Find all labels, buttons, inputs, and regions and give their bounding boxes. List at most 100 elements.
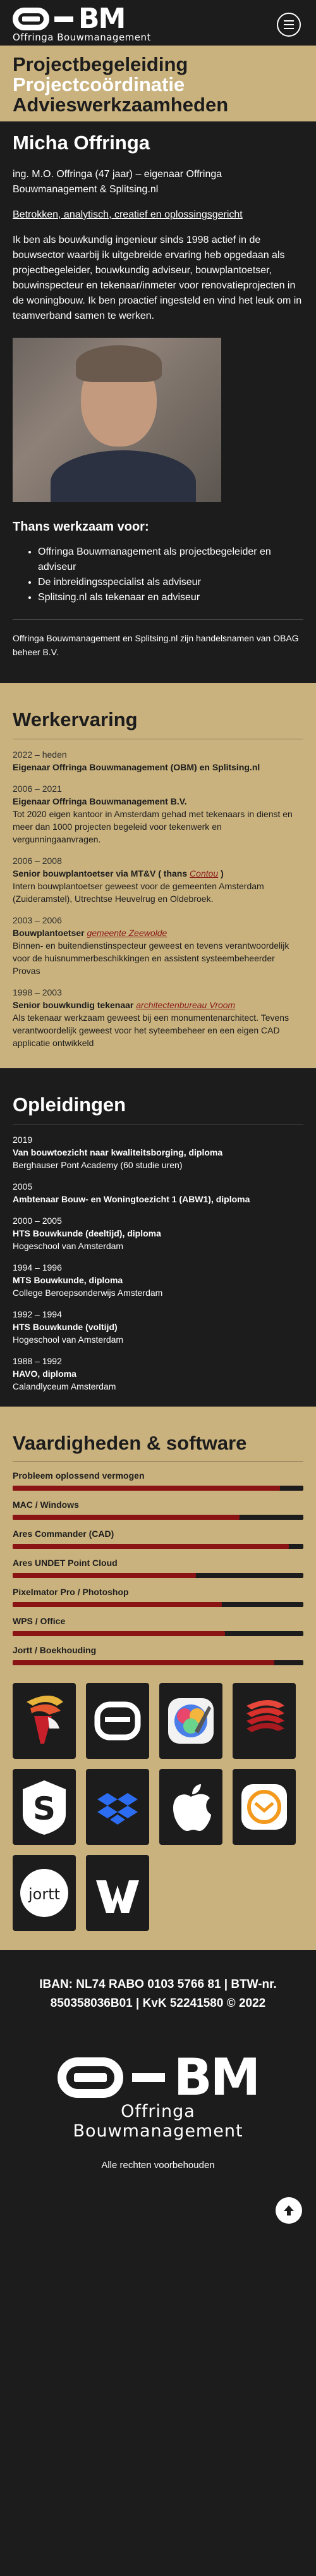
skill-bar-fill — [13, 1631, 225, 1636]
job-period: 2006 – 2021 — [13, 784, 62, 794]
skill-item: MAC / Windows — [13, 1498, 303, 1520]
person-name: Micha Offringa — [13, 132, 150, 154]
footer-content: IBAN: NL74 RABO 0103 5766 81 | BTW-nr. 8… — [0, 1950, 316, 2183]
skill-bar-fill — [13, 1602, 222, 1607]
skill-label: Jortt / Boekhouding — [13, 1645, 97, 1655]
scroll-to-top-button[interactable] — [276, 2197, 302, 2224]
hamburger-icon — [284, 28, 294, 29]
course-year: 2000 – 2005 — [13, 1216, 62, 1226]
skill-label: Ares UNDET Point Cloud — [13, 1558, 118, 1568]
copyright-notice: Alle rechten voorbehouden — [101, 2160, 215, 2171]
skills-heading: Vaardigheden & software — [13, 1432, 303, 1462]
job-role-text: Senior bouwkundig tekenaar — [13, 1000, 137, 1010]
job-entry: 2003 – 2006 Bouwplantoetser gemeente Zee… — [13, 914, 303, 977]
hero-line-2: Projectcoördinatie — [13, 73, 185, 96]
hero-line-1: Projectbegeleiding — [13, 53, 188, 75]
offringa-logo-icon — [86, 1683, 149, 1759]
site-header: BM Offringa Bouwmanagement — [0, 0, 316, 46]
current-work-heading: Thans werkzaam voor: — [13, 520, 149, 534]
job-period: 2003 – 2006 — [13, 915, 62, 925]
skill-label: WPS / Office — [13, 1616, 66, 1626]
dropbox-icon — [86, 1769, 149, 1845]
photo-hair — [76, 345, 162, 382]
person-traits: Betrokken, analytisch, creatief en oplos… — [13, 209, 243, 220]
course-name: Ambtenaar Bouw- en Woningtoezicht 1 (ABW… — [13, 1194, 250, 1204]
logo-mark: BM — [13, 3, 177, 35]
skill-item: Probleem oplossend vermogen — [13, 1469, 303, 1491]
work-experience-section: Werkervaring 2022 – heden Eigenaar Offri… — [0, 683, 316, 1068]
pixelmator-pro-icon — [159, 1683, 222, 1759]
job-description: Als tekenaar werkzaam geweest bij een mo… — [13, 1013, 289, 1048]
course-name: HAVO, diploma — [13, 1369, 76, 1379]
work-heading: Werkervaring — [13, 708, 303, 739]
footer-logo[interactable]: BM Offringa Bouwmanagement — [38, 2048, 278, 2141]
skill-label: Ares Commander (CAD) — [13, 1529, 114, 1539]
footer-logo-mark: BM — [38, 2048, 278, 2107]
trade-names-note: Offringa Bouwmanagement en Splitsing.nl … — [13, 633, 299, 657]
job-role: Senior bouwplantoetser via MT&V ( thans … — [13, 867, 303, 880]
skill-item: WPS / Office — [13, 1615, 303, 1636]
skill-bar-fill — [13, 1573, 196, 1578]
course-entry: 2005 Ambtenaar Bouw- en Woningtoezicht 1… — [13, 1180, 303, 1205]
skill-bar-fill — [13, 1486, 281, 1491]
job-role-end: ) — [218, 868, 224, 878]
site-footer: IBAN: NL74 RABO 0103 5766 81 | BTW-nr. 8… — [0, 1950, 316, 2236]
menu-button[interactable] — [277, 13, 301, 37]
app-icon-grid: S jortt — [13, 1683, 303, 1931]
job-entry: 2022 – heden Eigenaar Offringa Bouwmanag… — [13, 748, 303, 773]
job-entry: 2006 – 2008 Senior bouwplantoetser via M… — [13, 854, 303, 905]
job-role: Eigenaar Offringa Bouwmanagement B.V. — [13, 796, 187, 806]
logo-dash — [54, 16, 73, 22]
photo-shirt — [51, 450, 196, 502]
software-icons: S jortt — [0, 1675, 316, 1950]
job-role: Eigenaar Offringa Bouwmanagement (OBM) e… — [13, 762, 260, 772]
bank-line-2: 850358036B01 | KvK 52241580 © 2022 — [50, 1997, 266, 2010]
current-work-item: Splitsing.nl als tekenaar en adviseur — [38, 590, 303, 605]
course-year: 1992 – 1994 — [13, 1309, 62, 1319]
jortt-icon: jortt — [13, 1855, 76, 1931]
skill-bar-fill — [13, 1544, 289, 1549]
skill-bar-track — [13, 1573, 303, 1578]
footer-logo-text: BM — [173, 2048, 261, 2107]
course-name: HTS Bouwkunde (deeltijd), diploma — [13, 1228, 161, 1238]
current-work-item: Offringa Bouwmanagement als projectbegel… — [38, 545, 303, 575]
job-entry: 1998 – 2003 Senior bouwkundig tekenaar a… — [13, 986, 303, 1049]
course-school: Hogeschool van Amsterdam — [13, 1241, 124, 1251]
skill-label: Pixelmator Pro / Photoshop — [13, 1587, 129, 1597]
skills-section: Vaardigheden & software Probleem oplosse… — [0, 1407, 316, 1675]
job-role: Senior bouwkundig tekenaar architectenbu… — [13, 999, 303, 1011]
job-period: 2022 – heden — [13, 749, 67, 760]
skill-bar-track — [13, 1660, 303, 1665]
hamburger-icon — [284, 24, 294, 25]
ares-commander-icon — [13, 1683, 76, 1759]
profile-photo — [13, 338, 221, 502]
skill-bar-track — [13, 1602, 303, 1607]
education-section: Opleidingen 2019 Van bouwtoezicht naar k… — [0, 1068, 316, 1407]
person-tagline: ing. M.O. Offringa (47 jaar) – eigenaar … — [13, 169, 222, 195]
job-role-text: Senior bouwplantoetser via MT&V ( thans — [13, 868, 190, 878]
skill-bar-fill — [13, 1660, 274, 1665]
course-entry: 1988 – 1992 HAVO, diploma Calandlyceum A… — [13, 1355, 303, 1393]
apple-icon — [159, 1769, 222, 1845]
course-name: Van bouwtoezicht naar kwaliteitsborging,… — [13, 1147, 223, 1157]
job-period: 2006 – 2008 — [13, 856, 62, 866]
skill-item: Jortt / Boekhouding — [13, 1644, 303, 1665]
course-school: Berghauser Pont Academy (60 studie uren) — [13, 1160, 183, 1170]
site-logo[interactable]: BM Offringa Bouwmanagement — [13, 3, 177, 43]
skill-bar-track — [13, 1515, 303, 1520]
job-period: 1998 – 2003 — [13, 987, 62, 997]
skill-item: Pixelmator Pro / Photoshop — [13, 1586, 303, 1607]
employer-link[interactable]: architectenbureau Vroom — [136, 1000, 235, 1010]
divider — [13, 619, 303, 620]
job-role-text: Bouwplantoetser — [13, 928, 87, 938]
person-bio: Ik ben als bouwkundig ingenieur sinds 19… — [13, 235, 302, 321]
employer-link[interactable]: Contou — [190, 868, 218, 878]
hero-banner: Projectbegeleiding Projectcoördinatie Ad… — [0, 46, 316, 121]
employer-link[interactable]: gemeente Zeewolde — [87, 928, 167, 938]
hamburger-icon — [284, 20, 294, 22]
logo-text: BM — [78, 3, 126, 35]
current-work-list: Offringa Bouwmanagement als projectbegel… — [13, 545, 303, 605]
skill-item: Ares Commander (CAD) — [13, 1527, 303, 1549]
logo-subtitle: Offringa Bouwmanagement — [13, 32, 151, 43]
course-entry: 1992 – 1994 HTS Bouwkunde (voltijd) Hoge… — [13, 1308, 303, 1346]
